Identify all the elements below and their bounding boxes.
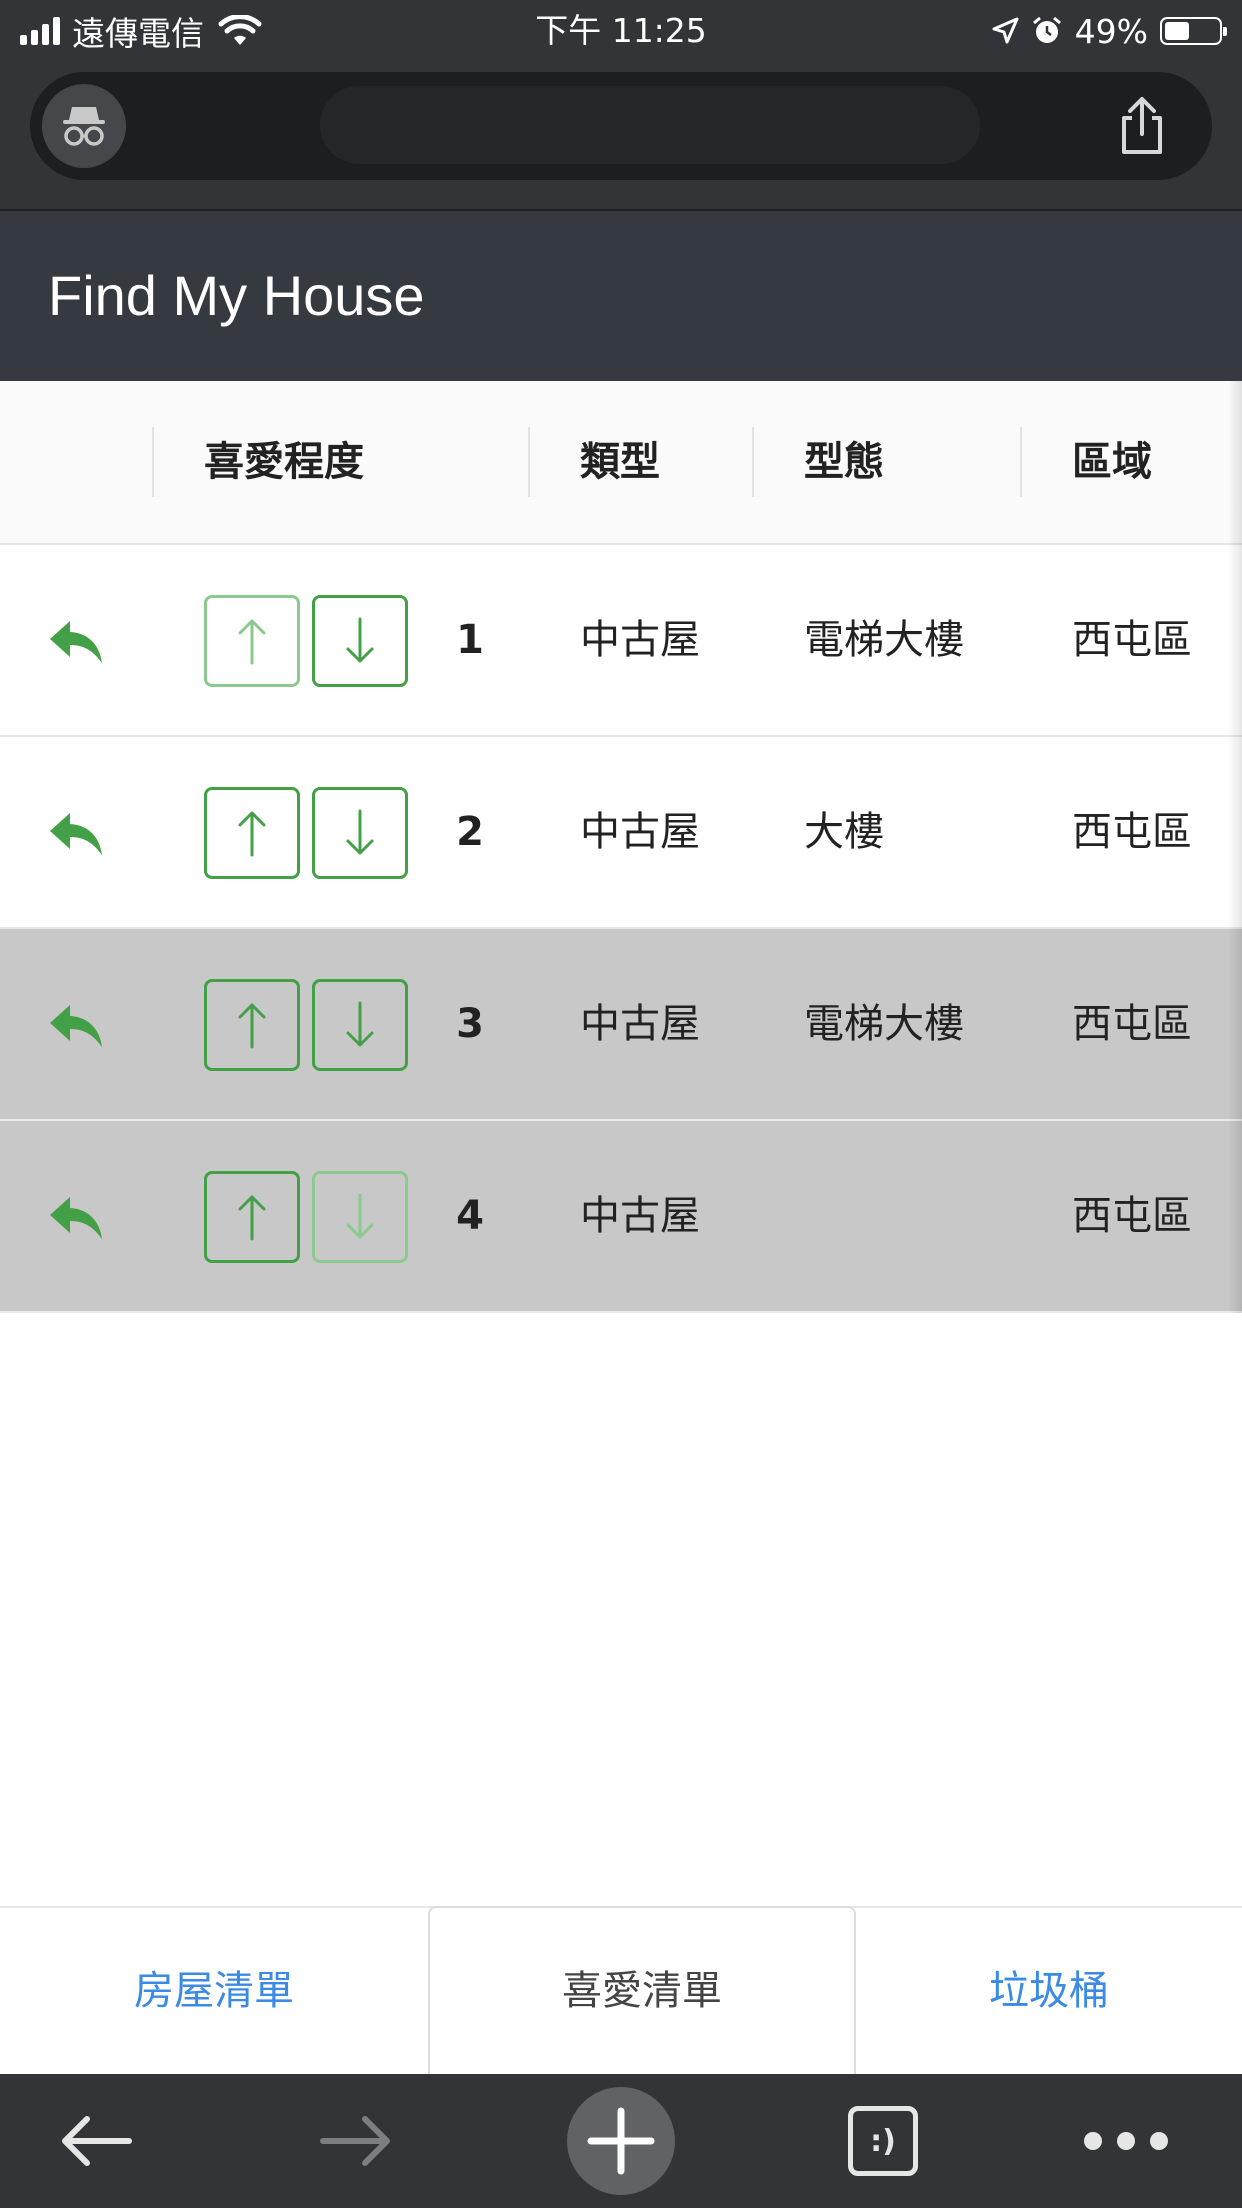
arrow-up-icon (238, 1195, 266, 1241)
favorites-table: 喜愛程度 類型 型態 區域 1 中古屋 電梯大樓 西屯區 2 中古屋 大樓 西屯區 3 中古屋 電梯… (0, 381, 1242, 1313)
arrow-down-icon (346, 1001, 374, 1047)
table-row: 4 中古屋 西屯區 (0, 1121, 1242, 1313)
column-header-favorite-level[interactable]: 喜愛程度 (204, 381, 364, 543)
form-cell: 電梯大樓 (804, 617, 964, 663)
status-bar: 遠傳電信 下午 11:25 49% (0, 0, 1242, 62)
share-icon[interactable] (1112, 94, 1172, 158)
status-right: 49% (991, 0, 1227, 62)
arrow-up-icon (238, 619, 266, 665)
move-down-button[interactable] (312, 1171, 408, 1263)
tab-count: :) (848, 2106, 918, 2176)
arrow-down-icon (346, 617, 374, 663)
column-header-form[interactable]: 型態 (804, 381, 884, 543)
column-divider (152, 427, 154, 497)
app-header: Find My House (0, 211, 1242, 381)
move-down-button[interactable] (312, 595, 408, 687)
tab-switcher-icon[interactable]: :) (838, 2074, 928, 2208)
undo-icon[interactable] (48, 1193, 104, 1241)
rank-value: 2 (456, 809, 484, 855)
table-row: 1 中古屋 電梯大樓 西屯區 (0, 545, 1242, 737)
browser-bar (0, 62, 1242, 211)
alarm-icon (1032, 16, 1061, 43)
area-cell: 西屯區 (1072, 617, 1192, 663)
form-cell: 大樓 (804, 809, 884, 855)
signal-icon (20, 17, 60, 45)
rank-value: 4 (456, 1193, 484, 1239)
move-up-button[interactable] (204, 595, 300, 687)
move-down-button[interactable] (312, 979, 408, 1071)
arrow-up-icon (238, 1003, 266, 1049)
move-up-button[interactable] (204, 979, 300, 1071)
column-divider (1020, 427, 1022, 497)
column-header-area[interactable]: 區域 (1072, 381, 1152, 543)
move-up-button[interactable] (204, 787, 300, 879)
area-cell: 西屯區 (1072, 1001, 1192, 1047)
arrow-down-icon (346, 809, 374, 855)
tab-house-list[interactable]: 房屋清單 (0, 1908, 428, 2074)
column-divider (528, 427, 530, 497)
column-header-type[interactable]: 類型 (580, 381, 660, 543)
table-row: 2 中古屋 大樓 西屯區 (0, 737, 1242, 929)
app-title[interactable]: Find My House (48, 211, 425, 381)
undo-icon[interactable] (48, 1001, 104, 1049)
tab-favorites[interactable]: 喜愛清單 (428, 1906, 856, 2074)
bottom-tabs: 房屋清單 喜愛清單 垃圾桶 (0, 1906, 1242, 2074)
address-bar[interactable] (30, 72, 1212, 180)
area-cell: 西屯區 (1072, 809, 1192, 855)
form-cell: 電梯大樓 (804, 1001, 964, 1047)
rank-value: 1 (456, 617, 484, 663)
area-cell: 西屯區 (1072, 1193, 1192, 1239)
new-tab-plus-icon[interactable] (566, 2074, 676, 2208)
move-down-button[interactable] (312, 787, 408, 879)
more-menu-icon[interactable] (1076, 2074, 1176, 2208)
table-header: 喜愛程度 類型 型態 區域 (0, 381, 1242, 545)
status-left: 遠傳電信 (20, 0, 262, 62)
battery-percent: 49% (1074, 11, 1148, 51)
carrier-label: 遠傳電信 (72, 14, 204, 53)
move-up-button[interactable] (204, 1171, 300, 1263)
url-field[interactable] (320, 86, 980, 164)
type-cell: 中古屋 (580, 617, 700, 663)
table-body: 1 中古屋 電梯大樓 西屯區 2 中古屋 大樓 西屯區 3 中古屋 電梯大樓 西屯區 4 中古屋 西屯區 (0, 545, 1242, 1313)
browser-toolbar: :) (0, 2074, 1242, 2208)
undo-icon[interactable] (48, 809, 104, 857)
undo-icon[interactable] (48, 617, 104, 665)
battery-icon (1160, 17, 1227, 45)
back-arrow-icon[interactable] (50, 2074, 140, 2208)
type-cell: 中古屋 (580, 1001, 700, 1047)
forward-arrow-icon[interactable] (312, 2074, 402, 2208)
location-arrow-icon (992, 17, 1019, 44)
arrow-down-icon (346, 1193, 374, 1239)
arrow-up-icon (238, 811, 266, 857)
rank-value: 3 (456, 1001, 484, 1047)
column-divider (752, 427, 754, 497)
type-cell: 中古屋 (580, 1193, 700, 1239)
incognito-icon[interactable] (42, 84, 126, 168)
type-cell: 中古屋 (580, 809, 700, 855)
wifi-icon (218, 15, 262, 45)
tab-trash[interactable]: 垃圾桶 (856, 1908, 1242, 2074)
table-row: 3 中古屋 電梯大樓 西屯區 (0, 929, 1242, 1121)
